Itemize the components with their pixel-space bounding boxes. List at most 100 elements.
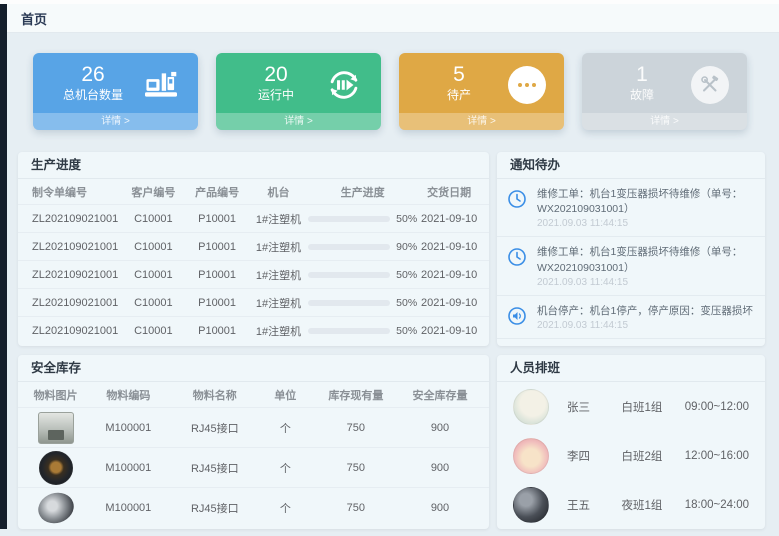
material-name: RJ45接口 bbox=[172, 500, 258, 516]
total-machines-label: 总机台数量 bbox=[57, 87, 129, 103]
notification-time: 2021.09.03 11:44:15 bbox=[537, 320, 753, 331]
tab-bar: 首页 bbox=[7, 4, 779, 33]
delivery-date: 2021-09-10 bbox=[417, 269, 481, 281]
col-material-image: 物料图片 bbox=[26, 387, 85, 403]
notification-item[interactable]: 维修工单：机台1变压器损坏待维修（单号：WX202109031001） 2021… bbox=[497, 237, 765, 295]
customer-no: C10001 bbox=[122, 241, 186, 253]
speaker-icon bbox=[507, 304, 529, 331]
person-name: 王五 bbox=[567, 497, 621, 513]
tab-home[interactable]: 首页 bbox=[21, 9, 47, 28]
schedule-row: 王五 夜班1组 18:00~24:00 bbox=[497, 480, 765, 529]
tools-icon bbox=[691, 66, 729, 104]
material-name: RJ45接口 bbox=[172, 460, 258, 476]
current-stock: 750 bbox=[313, 462, 399, 474]
shift-time: 18:00~24:00 bbox=[685, 499, 749, 511]
avatar bbox=[513, 389, 549, 425]
material-code: M100001 bbox=[85, 462, 171, 474]
order-no: ZL202109021001 bbox=[26, 269, 122, 281]
schedule-row: 李四 白班2组 12:00~16:00 bbox=[497, 431, 765, 480]
fault-detail-link[interactable]: 详情 > bbox=[582, 113, 747, 130]
person-name: 李四 bbox=[567, 448, 621, 464]
customer-no: C10001 bbox=[122, 269, 186, 281]
total-machines-value: 26 bbox=[57, 63, 129, 87]
notifications-panel: 通知待办 维修工单：机台1变压器损坏待维修（单号：WX202109031001）… bbox=[497, 152, 765, 346]
production-table-row: ZL202109021001 C10001 P10001 1#注塑机 50% 2… bbox=[18, 316, 489, 344]
current-stock: 750 bbox=[313, 422, 399, 434]
avatar bbox=[513, 487, 549, 523]
inventory-table-header: 物料图片 物料编码 物料名称 单位 库存现有量 安全库存量 bbox=[18, 382, 489, 407]
progress-percent: 50% bbox=[396, 325, 417, 337]
material-code: M100001 bbox=[85, 422, 171, 434]
product-no: P10001 bbox=[185, 269, 249, 281]
col-unit: 单位 bbox=[258, 387, 313, 403]
notification-time: 2021.09.03 11:44:15 bbox=[537, 277, 753, 288]
col-progress: 生产进度 bbox=[308, 184, 417, 200]
col-machine: 机台 bbox=[249, 184, 308, 200]
notification-text: 维修工单：机台1变压器损坏待维修（单号：WX202109031001） bbox=[537, 187, 753, 217]
progress-percent: 50% bbox=[396, 297, 417, 309]
notification-item[interactable]: 机台停产：机台1停产，停产原因：变压器损坏 2021.09.03 11:44:1… bbox=[497, 296, 765, 339]
col-product-no: 产品编号 bbox=[185, 184, 249, 200]
avatar bbox=[513, 438, 549, 474]
col-material-name: 物料名称 bbox=[172, 387, 258, 403]
fault-value: 1 bbox=[606, 63, 678, 87]
col-current-stock: 库存现有量 bbox=[313, 387, 399, 403]
total-machines-detail-link[interactable]: 详情 > bbox=[33, 113, 198, 130]
order-no: ZL202109021001 bbox=[26, 297, 122, 309]
notification-item[interactable]: 计划暂停：机台1生产计划已暂停 2021.09.03 11:44:15 bbox=[497, 339, 765, 346]
col-safety-stock: 安全库存量 bbox=[399, 387, 481, 403]
running-icon bbox=[325, 66, 363, 104]
running-label: 运行中 bbox=[240, 87, 312, 103]
production-table-row: ZL202109021001 C10001 P10001 1#注塑机 90% 2… bbox=[18, 232, 489, 260]
waiting-detail-link[interactable]: 详情 > bbox=[399, 113, 564, 130]
waiting-label: 待产 bbox=[423, 87, 495, 103]
production-progress-title: 生产进度 bbox=[18, 152, 489, 179]
product-no: P10001 bbox=[185, 213, 249, 225]
dashboard-content: 26 总机台数量 详情 > 20 运行中 bbox=[7, 33, 779, 529]
delivery-date: 2021-09-10 bbox=[417, 325, 481, 337]
order-no: ZL202109021001 bbox=[26, 325, 122, 337]
shift-label: 白班1组 bbox=[621, 399, 684, 415]
notifications-title: 通知待办 bbox=[497, 152, 765, 179]
production-table-row: ZL202109021001 C10001 P10001 1#注塑机 50% 2… bbox=[18, 288, 489, 316]
col-customer-no: 客户编号 bbox=[122, 184, 186, 200]
notification-time: 2021.09.03 11:44:15 bbox=[537, 218, 753, 229]
notification-text: 维修工单：机台1变压器损坏待维修（单号：WX202109031001） bbox=[537, 245, 753, 275]
machine-name: 1#注塑机 bbox=[249, 239, 308, 255]
production-table-row: ZL202109021001 C10001 P10001 1#注塑机 50% 2… bbox=[18, 204, 489, 232]
shift-label: 夜班1组 bbox=[621, 497, 684, 513]
machine-icon bbox=[142, 66, 180, 104]
collapsed-sidebar-strip bbox=[0, 4, 7, 529]
stat-card-waiting: 5 待产 详情 > bbox=[399, 53, 564, 130]
current-stock: 750 bbox=[313, 502, 399, 514]
running-detail-link[interactable]: 详情 > bbox=[216, 113, 381, 130]
person-name: 张三 bbox=[567, 399, 621, 415]
fault-label: 故障 bbox=[606, 87, 678, 103]
progress-percent: 50% bbox=[396, 213, 417, 225]
stat-card-fault: 1 故障 详情 > bbox=[582, 53, 747, 130]
progress-bar bbox=[308, 216, 390, 222]
inventory-table-row: M100001 RJ45接口 个 750 900 bbox=[18, 407, 489, 447]
waiting-value: 5 bbox=[423, 63, 495, 87]
delivery-date: 2021-09-10 bbox=[417, 297, 481, 309]
machine-name: 1#注塑机 bbox=[249, 211, 308, 227]
clock-icon bbox=[507, 245, 529, 287]
unit: 个 bbox=[258, 460, 313, 476]
production-table-header: 制令单编号 客户编号 产品编号 机台 生产进度 交货日期 bbox=[18, 179, 489, 204]
progress-bar bbox=[308, 328, 390, 334]
product-no: P10001 bbox=[185, 297, 249, 309]
notification-text: 机台停产：机台1停产，停产原因：变压器损坏 bbox=[537, 304, 753, 319]
inventory-table-row: M100001 RJ45接口 个 750 900 bbox=[18, 487, 489, 527]
progress-percent: 50% bbox=[396, 269, 417, 281]
rj45-connector-photo bbox=[38, 412, 74, 444]
personnel-schedule-panel: 人员排班 张三 白班1组 09:00~12:00 李四 白班2组 12:00~1… bbox=[497, 355, 765, 529]
col-order-no: 制令单编号 bbox=[26, 184, 122, 200]
col-delivery-date: 交货日期 bbox=[417, 184, 481, 200]
progress-bar bbox=[308, 272, 390, 278]
inventory-table-row: M100001 RJ45接口 个 750 900 bbox=[18, 447, 489, 487]
delivery-date: 2021-09-10 bbox=[417, 241, 481, 253]
stat-card-running: 20 运行中 详情 > bbox=[216, 53, 381, 130]
material-name: RJ45接口 bbox=[172, 420, 258, 436]
round-speaker-photo bbox=[39, 451, 73, 485]
notification-item[interactable]: 维修工单：机台1变压器损坏待维修（单号：WX202109031001） 2021… bbox=[497, 179, 765, 237]
